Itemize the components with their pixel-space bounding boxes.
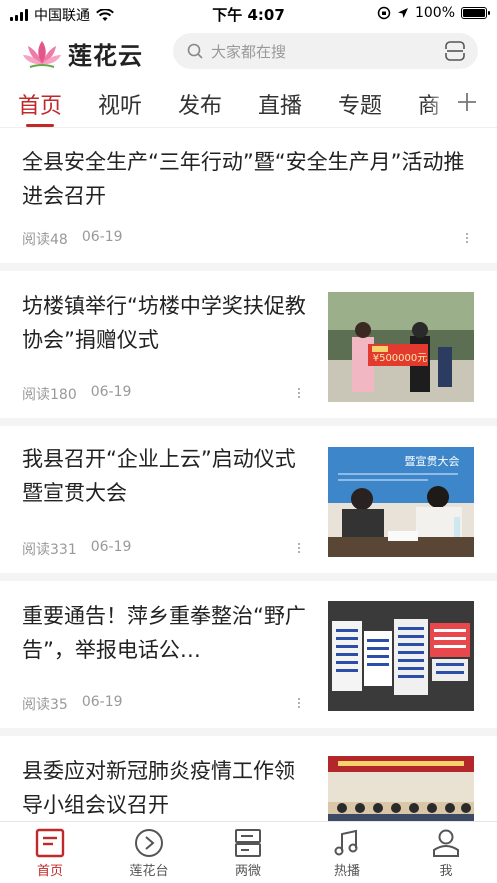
nav-label: 首页 — [36, 864, 63, 879]
publish-date: 06-19 — [90, 384, 132, 400]
nav-me[interactable]: 我 — [406, 828, 486, 879]
nav-home[interactable]: 首页 — [10, 828, 90, 879]
tab-live[interactable]: 直播 — [258, 88, 302, 120]
add-channel-icon[interactable] — [457, 92, 477, 112]
news-title: 我县召开“企业上云”启动仪式暨宣贯大会 — [22, 447, 296, 505]
tab-home[interactable]: 首页 — [18, 88, 62, 120]
donation-photo-image: ¥500000元 — [328, 292, 474, 402]
battery-fill — [463, 9, 485, 17]
read-count: 阅读35 — [22, 697, 68, 713]
news-title: 重要通告！萍乡重拳整治“野广告”，举报电话公… — [22, 604, 306, 662]
music-icon — [334, 829, 358, 856]
news-item[interactable]: 县委应对新冠肺炎疫情工作领导小组会议召开 — [0, 736, 497, 821]
news-item[interactable]: 全县安全生产“三年行动”暨“安全生产月”活动推进会召开 阅读48 06-19 — [0, 129, 497, 271]
tab-video[interactable]: 视听 — [98, 88, 142, 120]
scan-icon[interactable] — [444, 41, 466, 61]
nav-label: 热播 — [333, 864, 360, 879]
battery-icon — [461, 7, 490, 19]
news-thumbnail — [328, 601, 474, 711]
lotus-logo-icon — [23, 40, 61, 68]
publish-date: 06-19 — [90, 539, 132, 555]
logo[interactable]: 莲花云 — [22, 36, 143, 71]
ad-stickers-photo-image — [328, 601, 474, 711]
home-icon — [35, 828, 65, 858]
stack-icon — [235, 829, 261, 857]
active-tab-indicator — [26, 124, 54, 127]
news-item[interactable]: 坊楼镇举行“坊楼中学奖扶促教协会”捐赠仪式 阅读180 06-19 ¥50000… — [0, 271, 497, 426]
news-title: 全县安全生产“三年行动”暨“安全生产月”活动推进会召开 — [22, 150, 465, 208]
nav-label: 两微 — [234, 864, 261, 879]
read-count: 阅读180 — [22, 387, 77, 403]
header: 莲花云 大家都在搜 — [0, 28, 497, 76]
bottom-nav: 首页 莲花台 两微 热播 我 — [0, 821, 497, 883]
more-icon[interactable] — [298, 543, 301, 555]
channel-tabs: 首页 视听 发布 直播 专题 商 — [0, 76, 497, 128]
news-item[interactable]: 重要通告！萍乡重拳整治“野广告”，举报电话公… 阅读35 06-19 — [0, 581, 497, 736]
search-icon — [187, 43, 203, 59]
nav-trending[interactable]: 热播 — [307, 828, 387, 879]
status-bar: 中国联通 下午 4:07 100% — [0, 0, 497, 28]
news-meta: 阅读331 06-19 — [22, 539, 131, 559]
publish-date: 06-19 — [81, 694, 123, 710]
news-meta: 阅读35 06-19 — [22, 694, 123, 714]
orientation-lock-icon — [377, 6, 391, 20]
news-item[interactable]: 我县召开“企业上云”启动仪式暨宣贯大会 阅读331 06-19 暨宣贯大会 — [0, 426, 497, 581]
battery-percent: 100% — [414, 5, 455, 21]
nav-label: 我 — [439, 864, 453, 879]
more-icon[interactable] — [466, 233, 469, 245]
play-circle-icon — [135, 829, 163, 857]
tab-topics[interactable]: 专题 — [338, 88, 382, 120]
logo-text: 莲花云 — [68, 42, 143, 70]
check-amount-text: ¥500000元 — [373, 353, 428, 364]
more-icon[interactable] — [298, 388, 301, 400]
news-title: 县委应对新冠肺炎疫情工作领导小组会议召开 — [22, 759, 295, 817]
search-placeholder: 大家都在搜 — [211, 43, 287, 61]
read-count: 阅读48 — [22, 232, 68, 248]
news-thumbnail: ¥500000元 — [328, 292, 474, 402]
tab-publish[interactable]: 发布 — [178, 88, 222, 120]
banner-text: 暨宣贯大会 — [405, 454, 460, 468]
location-icon — [397, 8, 408, 18]
search-bar[interactable]: 大家都在搜 — [173, 33, 478, 69]
news-title: 坊楼镇举行“坊楼中学奖扶促教协会”捐赠仪式 — [22, 294, 306, 352]
more-icon[interactable] — [298, 698, 301, 710]
read-count: 阅读331 — [22, 542, 77, 558]
user-icon — [433, 829, 459, 857]
news-feed: 全县安全生产“三年行动”暨“安全生产月”活动推进会召开 阅读48 06-19 坊… — [0, 129, 497, 821]
news-meta: 阅读48 06-19 — [22, 229, 123, 249]
nav-lianhua-tv[interactable]: 莲花台 — [109, 828, 189, 879]
news-meta: 阅读180 06-19 — [22, 384, 131, 404]
nav-label: 莲花台 — [129, 864, 169, 879]
conference-photo-image: 暨宣贯大会 — [328, 447, 474, 557]
news-thumbnail: 暨宣贯大会 — [328, 447, 474, 557]
news-thumbnail — [328, 756, 474, 821]
nav-liangwei[interactable]: 两微 — [208, 828, 288, 879]
meeting-photo-image — [328, 756, 474, 821]
publish-date: 06-19 — [81, 229, 123, 245]
status-right: 100% — [377, 5, 490, 21]
